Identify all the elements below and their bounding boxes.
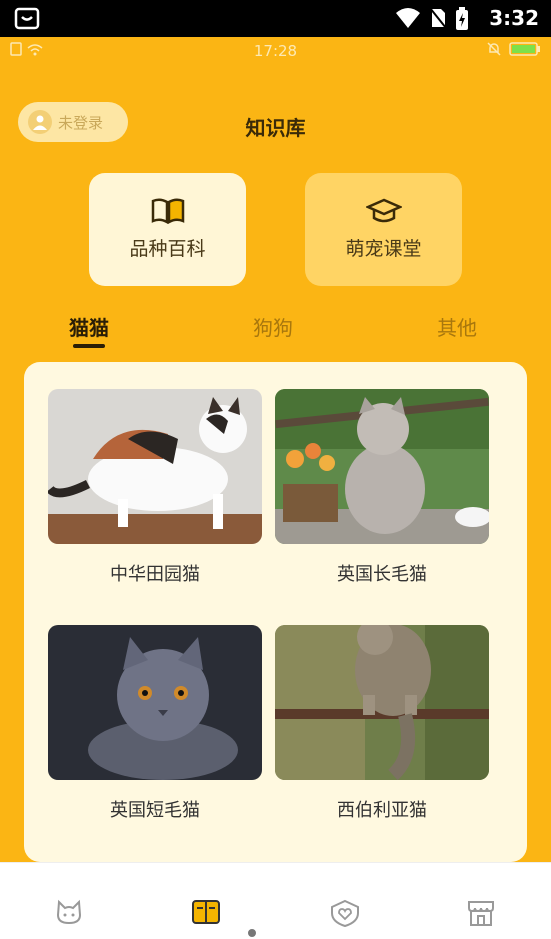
breed-photo bbox=[275, 389, 489, 544]
tab-label: 其他 bbox=[437, 316, 477, 340]
breed-name: 英国短毛猫 bbox=[110, 800, 200, 821]
tab-label: 狗狗 bbox=[253, 316, 293, 340]
store-icon bbox=[468, 901, 494, 926]
breed-grid-panel: 中华田园猫 英国长毛猫 英国短毛猫 西伯利亚猫 bbox=[24, 362, 527, 862]
bottom-navigation bbox=[0, 862, 551, 939]
knowledge-book-icon bbox=[192, 900, 220, 924]
nav-item-knowledge[interactable] bbox=[181, 899, 231, 931]
system-icons bbox=[395, 7, 469, 31]
shopping-bag-icon bbox=[14, 6, 40, 34]
tab-cats[interactable]: 猫猫 bbox=[69, 312, 109, 348]
breed-encyclopedia-card[interactable]: 品种百科 bbox=[89, 173, 246, 286]
breed-card-chinese-pastoral-cat[interactable]: 中华田园猫 bbox=[48, 389, 262, 586]
breed-name: 英国长毛猫 bbox=[337, 564, 427, 585]
battery-charging-icon bbox=[456, 7, 468, 30]
breed-card-siberian[interactable]: 西伯利亚猫 bbox=[275, 625, 489, 822]
tab-dogs[interactable]: 狗狗 bbox=[253, 312, 293, 341]
graduation-cap-icon bbox=[365, 198, 402, 223]
breed-name: 西伯利亚猫 bbox=[337, 800, 427, 821]
nav-item-care[interactable] bbox=[320, 899, 370, 933]
breed-card-british-shorthair[interactable]: 英国短毛猫 bbox=[48, 625, 262, 822]
system-clock: 3:32 bbox=[489, 6, 539, 30]
breed-photo bbox=[48, 389, 262, 544]
nav-item-store[interactable] bbox=[456, 899, 506, 933]
breed-name: 中华田园猫 bbox=[110, 564, 200, 585]
system-status-bar: 3:32 bbox=[0, 0, 551, 37]
wifi-icon bbox=[396, 8, 420, 28]
bell-muted-icon bbox=[487, 42, 501, 56]
breed-card-british-longhair[interactable]: 英国长毛猫 bbox=[275, 389, 489, 586]
tab-label: 猫猫 bbox=[69, 316, 109, 340]
card-label: 萌宠课堂 bbox=[345, 238, 422, 260]
no-sim-icon bbox=[429, 7, 447, 29]
cat-face-icon bbox=[56, 899, 82, 925]
battery-icon bbox=[509, 42, 540, 56]
app-status-bar: 17:28 bbox=[0, 37, 551, 65]
nav-item-home[interactable] bbox=[44, 899, 94, 931]
gesture-indicator bbox=[248, 929, 256, 937]
page-title: 知识库 bbox=[245, 116, 306, 140]
breed-photo bbox=[275, 625, 489, 780]
category-tabs: 猫猫 狗狗 其他 bbox=[0, 312, 551, 352]
heart-shield-icon bbox=[331, 899, 359, 927]
card-label: 品种百科 bbox=[129, 238, 206, 260]
pet-classroom-card[interactable]: 萌宠课堂 bbox=[305, 173, 462, 286]
active-tab-indicator bbox=[73, 344, 105, 348]
breed-photo bbox=[48, 625, 262, 780]
app-clock: 17:28 bbox=[253, 42, 298, 60]
tab-others[interactable]: 其他 bbox=[437, 312, 477, 341]
book-icon bbox=[151, 198, 184, 224]
